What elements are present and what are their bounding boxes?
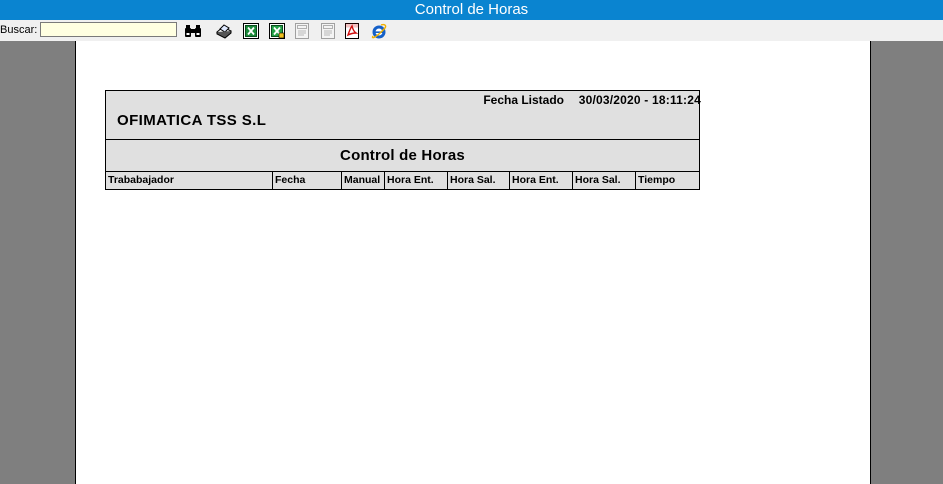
column-header-hora-ent-1: Hora Ent. <box>385 172 448 189</box>
print-icon <box>215 23 233 39</box>
report-page: Fecha Listado 30/03/2020 - 18:11:24 OFIM… <box>75 41 871 484</box>
toolbar: Buscar: <box>0 20 943 41</box>
binoculars-icon <box>184 24 202 38</box>
column-header-trabajador: Trababajador <box>106 172 273 189</box>
page-disabled-icon <box>320 22 336 39</box>
page-button-2[interactable] <box>318 21 338 40</box>
company-name: OFIMATICA TSS S.L <box>117 112 267 129</box>
browser-button[interactable] <box>369 21 389 40</box>
search-label: Buscar: <box>0 24 38 36</box>
column-header-tiempo: Tiempo <box>638 174 676 186</box>
fecha-listado-label: Fecha Listado <box>483 93 564 107</box>
column-header-hora-ent-2: Hora Ent. <box>510 172 573 189</box>
report-title: Control de Horas <box>105 140 700 172</box>
page-disabled-icon <box>294 22 310 39</box>
search-input[interactable] <box>40 22 177 37</box>
column-header-hora-sal-1: Hora Sal. <box>448 172 510 189</box>
report: Fecha Listado 30/03/2020 - 18:11:24 OFIM… <box>105 90 701 190</box>
print-button[interactable] <box>214 21 234 40</box>
column-header-row: Trababajador Fecha Manual Hora Ent. Hora… <box>105 172 700 190</box>
pdf-button[interactable] <box>342 21 362 40</box>
column-header-fecha: Fecha <box>273 172 342 189</box>
column-header-manual: Manual <box>342 172 385 189</box>
find-button[interactable] <box>183 21 203 40</box>
excel-icon <box>243 22 259 39</box>
report-header: Fecha Listado 30/03/2020 - 18:11:24 OFIM… <box>105 90 701 140</box>
column-header-hora-sal-2: Hora Sal. <box>573 172 636 189</box>
excel-export-icon <box>269 22 285 39</box>
excel-button[interactable] <box>241 21 261 40</box>
excel-export-button[interactable] <box>267 21 287 40</box>
pdf-icon <box>344 22 360 39</box>
page-button-1[interactable] <box>292 21 312 40</box>
window-title: Control de Horas <box>0 0 943 20</box>
fecha-listado-value: 30/03/2020 - 18:11:24 <box>578 93 701 107</box>
internet-explorer-icon <box>370 22 388 40</box>
